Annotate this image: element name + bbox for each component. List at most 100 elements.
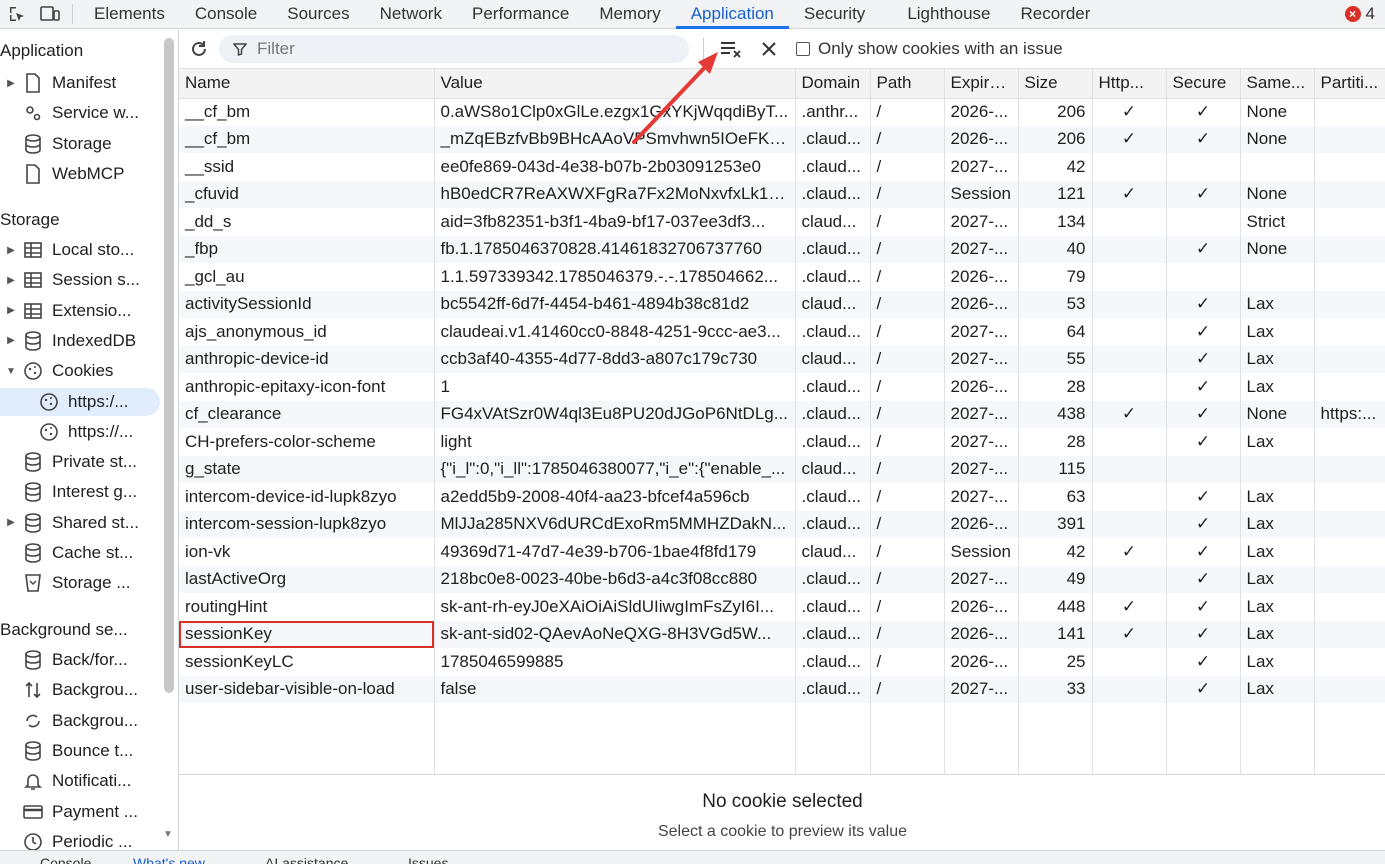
table-row[interactable]: anthropic-epitaxy-icon-font 1 .claud.../20…	[179, 373, 1385, 401]
sidebar-section-storage[interactable]: Storage	[0, 210, 60, 230]
filter-input[interactable]	[257, 39, 657, 59]
sidebar-item-payment-handler[interactable]: Payment ...	[0, 798, 160, 826]
column-header-name[interactable]: Name	[179, 69, 434, 99]
clear-filtered-cookies-button[interactable]	[716, 40, 746, 58]
cell-partition	[1313, 153, 1385, 181]
sidebar-item-background-fetch[interactable]: Backgrou...	[0, 676, 160, 704]
table-row[interactable]: cf_clearance FG4xVAtSzr0W4ql3Eu8PU20dJGoP…	[179, 400, 1385, 428]
expanded-arrow-icon[interactable]: ▼	[0, 366, 22, 377]
sidebar-item-bounce-tracking[interactable]: Bounce t...	[0, 737, 160, 765]
sidebar-item-background-sync[interactable]: Backgrou...	[0, 707, 160, 735]
table-row[interactable]: routingHint sk-ant-rh-eyJ0eXAiOiAiSldUIiw…	[179, 593, 1385, 621]
sidebar-item-periodic-sync[interactable]: Periodic ...	[0, 828, 160, 850]
table-row[interactable]: _fbp fb.1.1785046370828.41461832706737760…	[179, 235, 1385, 263]
refresh-button[interactable]	[179, 39, 219, 59]
tab-console[interactable]: Console	[180, 0, 272, 28]
tab-lighthouse[interactable]: Lighthouse	[892, 0, 1005, 28]
cell-httponly	[1091, 235, 1166, 263]
cell-samesite	[1239, 455, 1314, 483]
sidebar-item-local-storage[interactable]: ▶ Local sto...	[0, 236, 160, 264]
table-row[interactable]: _gcl_au 1.1.597339342.1785046379.-.-.1785…	[179, 263, 1385, 291]
column-header-expires[interactable]: Expire...	[943, 69, 1018, 99]
drawer-tab-ai-assistance[interactable]: AI assistance	[265, 855, 348, 864]
sidebar-item-cookie-origin-2[interactable]: https://...	[0, 418, 160, 446]
table-row[interactable]: ion-vk 49369d71-47d7-4e39-b706-1bae4f8fd1…	[179, 538, 1385, 566]
sidebar-item-extension-storage[interactable]: ▶ Extensio...	[0, 297, 160, 325]
empty-cell	[1165, 703, 1240, 775]
inspect-element-icon[interactable]	[0, 0, 33, 28]
table-row[interactable]: sessionKeyLC 1785046599885 .claud.../2026-…	[179, 648, 1385, 676]
tab-elements[interactable]: Elements	[79, 0, 180, 28]
table-row[interactable]: sessionKey sk-ant-sid02-QAevAoNeQXG-8H3VG…	[179, 620, 1385, 648]
drawer-tab-issues[interactable]: Issues	[408, 855, 448, 864]
tab-application[interactable]: Application	[675, 0, 790, 29]
delete-selected-button[interactable]	[754, 41, 784, 57]
sidebar-item-back-forward-cache[interactable]: Back/for...	[0, 646, 160, 674]
sidebar-item-service-workers[interactable]: Service w...	[0, 99, 160, 127]
expand-arrow-icon[interactable]: ▶	[0, 335, 22, 346]
table-row[interactable]: intercom-session-lupk8zyo MlJJa285NXV6dUR…	[179, 510, 1385, 538]
sidebar-item-indexeddb[interactable]: ▶ IndexedDB	[0, 327, 160, 355]
table-row[interactable]: __ssid ee0fe869-043d-4e38-b07b-2b03091253…	[179, 153, 1385, 181]
drawer-tab-console[interactable]: Console	[40, 855, 91, 864]
expand-arrow-icon[interactable]: ▶	[0, 245, 22, 256]
tab-memory[interactable]: Memory	[584, 0, 675, 28]
sidebar-item-cache-storage[interactable]: Cache st...	[0, 539, 160, 567]
only-issues-toggle[interactable]: Only show cookies with an issue	[796, 39, 1063, 59]
sidebar-item-cookies[interactable]: ▼ Cookies	[0, 357, 160, 385]
cell-value: false	[433, 675, 795, 703]
sidebar-item-cookie-origin-1[interactable]: https:/...	[0, 387, 160, 416]
column-header-domain[interactable]: Domain	[794, 69, 870, 99]
column-header-httponly[interactable]: Http...	[1091, 69, 1166, 99]
tab-recorder[interactable]: Recorder	[1006, 0, 1106, 28]
column-header-value[interactable]: Value	[433, 69, 795, 99]
sidebar-item-webmcp[interactable]: WebMCP	[0, 160, 160, 188]
sidebar-item-session-storage[interactable]: ▶ Session s...	[0, 266, 160, 294]
table-row[interactable]: _cfuvid hB0edCR7ReAXWXFgRa7Fx2MoNxvfxLk1p…	[179, 180, 1385, 208]
sidebar-item-private-state-tokens[interactable]: Private st...	[0, 448, 160, 476]
table-row[interactable]: user-sidebar-visible-on-load false .claud.…	[179, 675, 1385, 703]
column-header-partition[interactable]: Partiti...	[1313, 69, 1385, 99]
filter-box[interactable]	[219, 35, 689, 63]
sidebar-item-notifications[interactable]: Notificati...	[0, 767, 160, 795]
column-header-path[interactable]: Path	[869, 69, 944, 99]
sidebar-scrollbar-thumb[interactable]	[164, 38, 174, 693]
table-row[interactable]: ajs_anonymous_id claudeai.v1.41460cc0-884…	[179, 318, 1385, 346]
tab-performance[interactable]: Performance	[457, 0, 584, 28]
device-toolbar-icon[interactable]	[33, 0, 66, 28]
sidebar-item-interest-groups[interactable]: Interest g...	[0, 478, 160, 506]
sidebar-item-shared-storage[interactable]: ▶ Shared st...	[0, 509, 160, 537]
scroll-down-icon[interactable]: ▼	[163, 829, 173, 840]
expand-arrow-icon[interactable]: ▶	[0, 517, 22, 528]
table-row[interactable]: _dd_s aid=3fb82351-b3f1-4ba9-bf17-037ee3d…	[179, 208, 1385, 236]
tab-security[interactable]: Security	[789, 0, 880, 28]
sidebar-section-application[interactable]: Application	[0, 41, 83, 61]
sidebar-item-storage-buckets[interactable]: Storage ...	[0, 569, 160, 597]
table-row[interactable]: intercom-device-id-lupk8zyo a2edd5b9-2008…	[179, 483, 1385, 511]
column-header-secure[interactable]: Secure	[1165, 69, 1240, 99]
cell-httponly	[1091, 345, 1166, 373]
table-row[interactable]: anthropic-device-id ccb3af40-4355-4d77-8d…	[179, 345, 1385, 373]
cell-expires: 2026-...	[943, 98, 1018, 126]
table-row[interactable]: lastActiveOrg 218bc0e8-0023-40be-b6d3-a4c…	[179, 565, 1385, 593]
sidebar-scrollbar[interactable]: ▼	[162, 30, 176, 840]
column-header-samesite[interactable]: Same...	[1239, 69, 1314, 99]
drawer-tab-whats-new[interactable]: What's new	[133, 855, 205, 864]
tab-sources[interactable]: Sources	[272, 0, 364, 28]
expand-arrow-icon[interactable]: ▶	[0, 78, 22, 89]
table-row[interactable]: __cf_bm _mZqEBzfvBb9BHcAAoVPSmvhwn5IOeFKc…	[179, 125, 1385, 153]
table-row[interactable]: activitySessionId bc5542ff-6d7f-4454-b461…	[179, 290, 1385, 318]
table-row[interactable]: CH-prefers-color-scheme light .claud.../20…	[179, 428, 1385, 456]
table-row[interactable]: g_state {"i_l":0,"i_ll":1785046380077,"i_…	[179, 455, 1385, 483]
cell-secure: ✓	[1165, 648, 1240, 676]
column-header-size[interactable]: Size	[1017, 69, 1092, 99]
expand-arrow-icon[interactable]: ▶	[0, 305, 22, 316]
error-counter[interactable]: × 4	[1344, 0, 1385, 28]
expand-arrow-icon[interactable]: ▶	[0, 275, 22, 286]
table-row[interactable]: __cf_bm 0.aWS8o1Clp0xGlLe.ezgx1GxYKjWqqdi…	[179, 98, 1385, 126]
tab-network[interactable]: Network	[365, 0, 457, 28]
only-issues-checkbox[interactable]	[796, 42, 810, 56]
sidebar-item-storage[interactable]: Storage	[0, 130, 160, 158]
sidebar-item-manifest[interactable]: ▶ Manifest	[0, 69, 160, 97]
sidebar-section-background-services[interactable]: Background se...	[0, 620, 128, 640]
